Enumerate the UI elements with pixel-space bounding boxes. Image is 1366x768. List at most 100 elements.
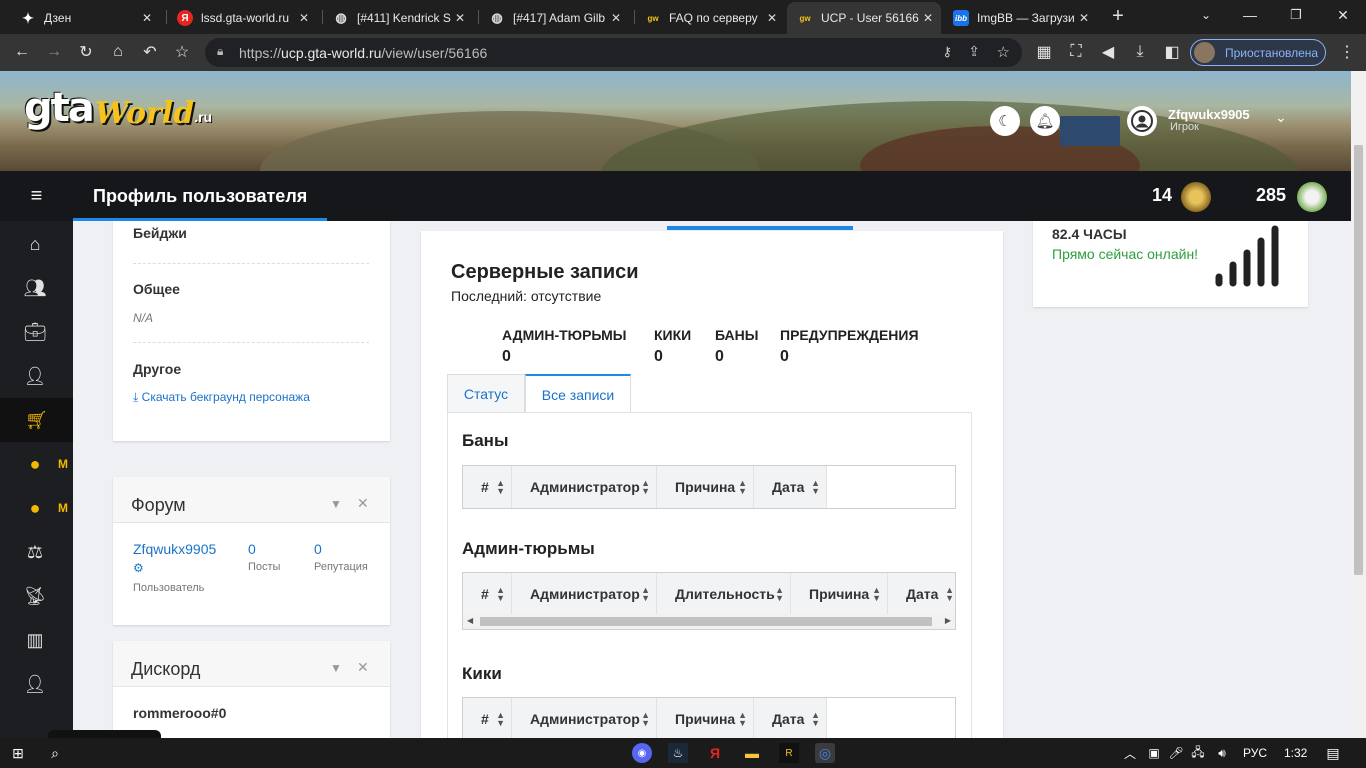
- share-icon[interactable]: ⇪: [968, 43, 980, 60]
- restore-icon[interactable]: ❐: [1286, 5, 1306, 25]
- key-icon[interactable]: ⚷: [942, 44, 952, 60]
- column-header[interactable]: Администратор ▲ ▼: [512, 573, 657, 615]
- download-background-link[interactable]: ⤓ Скачать бекграунд персонажа: [133, 390, 310, 405]
- tab-all-records[interactable]: Все записи: [525, 374, 631, 413]
- bookmark-star-icon[interactable]: ☆: [172, 42, 192, 62]
- forum-username-link[interactable]: Zfqwukx9905: [133, 541, 216, 557]
- reload-icon[interactable]: ↻: [76, 42, 96, 62]
- menu-dots-icon[interactable]: ⋮: [1337, 42, 1357, 62]
- coins-icon[interactable]: ●: [22, 495, 48, 521]
- column-header[interactable]: # ▲ ▼: [463, 573, 512, 615]
- extensions-grid-icon[interactable]: ▦: [1034, 42, 1054, 62]
- tray-chevron-icon[interactable]: ︿: [1120, 743, 1140, 763]
- tab-status[interactable]: Статус: [447, 374, 525, 413]
- scales-icon[interactable]: ⚖: [22, 539, 48, 565]
- new-tab-icon[interactable]: +: [1108, 5, 1128, 27]
- browser-tab[interactable]: ◍ [#411] Kendrick S ✕: [323, 2, 473, 34]
- close-icon[interactable]: ✕: [357, 659, 369, 676]
- column-header[interactable]: Причина ▲ ▼: [657, 466, 754, 508]
- browser-tab[interactable]: gw FAQ по серверу ✕: [635, 2, 785, 34]
- chevron-down-icon[interactable]: ⌄: [1275, 109, 1287, 126]
- building-icon[interactable]: ▥: [22, 627, 48, 653]
- chrome-icon[interactable]: ◎: [815, 743, 835, 763]
- steam-icon[interactable]: ♨: [668, 743, 688, 763]
- microphone-icon[interactable]: 🎤︎: [1166, 743, 1186, 763]
- browser-tab[interactable]: ◍ [#417] Adam Gilb ✕: [479, 2, 629, 34]
- column-header[interactable]: Дата ▲ ▼: [754, 698, 827, 738]
- forward-icon[interactable]: →: [44, 42, 64, 62]
- mascot-icon[interactable]: [1297, 182, 1327, 212]
- camera-icon[interactable]: ▣: [1144, 743, 1164, 763]
- close-icon[interactable]: ✕: [1079, 11, 1089, 25]
- minimize-icon[interactable]: —: [1240, 5, 1260, 25]
- column-header[interactable]: # ▲ ▼: [463, 466, 512, 508]
- table-horizontal-scrollbar[interactable]: ◀ ▶: [462, 614, 956, 630]
- close-icon[interactable]: ✕: [142, 11, 152, 25]
- tray-language[interactable]: РУС: [1243, 746, 1267, 760]
- search-icon[interactable]: ⌕: [45, 743, 65, 763]
- column-header[interactable]: Длительность ▲ ▼: [657, 573, 791, 615]
- close-icon[interactable]: ✕: [299, 11, 309, 25]
- gear-icon[interactable]: ⚙: [133, 561, 144, 575]
- close-icon[interactable]: ✕: [455, 11, 465, 25]
- file-explorer-icon[interactable]: ▬: [742, 743, 762, 763]
- volume-icon[interactable]: 🔊︎: [1212, 743, 1232, 763]
- close-icon[interactable]: ✕: [767, 11, 777, 25]
- window-close-icon[interactable]: ✕: [1333, 5, 1353, 25]
- sidebar-toggle-icon[interactable]: ◧: [1162, 42, 1182, 62]
- antenna-icon[interactable]: 📡︎: [22, 583, 48, 609]
- star-icon[interactable]: ☆: [997, 43, 1010, 61]
- close-icon[interactable]: ✕: [611, 11, 621, 25]
- users-icon[interactable]: 👥︎: [22, 275, 48, 301]
- user-icon[interactable]: 👤︎: [22, 363, 48, 389]
- user-name[interactable]: Zfqwukx9905: [1168, 107, 1250, 122]
- collapse-icon[interactable]: ▼: [330, 497, 342, 511]
- network-icon[interactable]: 🖧︎: [1188, 743, 1208, 763]
- notifications-icon[interactable]: ▤: [1323, 743, 1343, 763]
- notification-bell-icon[interactable]: 🔔︎: [1030, 106, 1060, 136]
- browser-tab[interactable]: ✦ Дзен ✕: [10, 2, 160, 34]
- download-icon[interactable]: ⤓: [1130, 42, 1150, 62]
- column-header[interactable]: Причина ▲ ▼: [657, 698, 754, 738]
- yandex-browser-icon[interactable]: Я: [705, 743, 725, 763]
- coins-icon[interactable]: ●: [22, 451, 48, 477]
- close-icon[interactable]: ✕: [357, 495, 369, 512]
- sound-icon[interactable]: ◀: [1098, 42, 1118, 62]
- shop-cart-icon[interactable]: 🛒︎: [0, 398, 73, 442]
- user-avatar-icon[interactable]: [1127, 106, 1157, 136]
- home-icon[interactable]: ⌂: [108, 42, 128, 62]
- forum-posts-value[interactable]: 0: [248, 541, 256, 557]
- undo-icon[interactable]: ↶: [140, 42, 160, 62]
- tray-clock[interactable]: 1:32: [1284, 746, 1307, 760]
- collapse-icon[interactable]: ▼: [330, 661, 342, 675]
- screenshot-icon[interactable]: ⛶: [1066, 42, 1086, 62]
- forum-rep-value[interactable]: 0: [314, 541, 322, 557]
- column-header[interactable]: Администратор ▲ ▼: [512, 698, 657, 738]
- browser-tab-active[interactable]: gw UCP - User 56166 ✕: [787, 2, 941, 34]
- column-header[interactable]: Причина ▲ ▼: [791, 573, 888, 615]
- column-header[interactable]: Администратор ▲ ▼: [512, 466, 657, 508]
- back-icon[interactable]: ←: [12, 42, 32, 62]
- address-bar[interactable]: 🔒︎ https://ucp.gta-world.ru/view/user/56…: [205, 38, 1022, 67]
- site-logo[interactable]: gta World .ru: [24, 85, 212, 131]
- page-scrollbar[interactable]: [1351, 71, 1366, 738]
- dark-mode-icon[interactable]: ☾: [990, 106, 1020, 136]
- page-scroll-thumb[interactable]: [1354, 145, 1363, 575]
- hamburger-menu-icon[interactable]: ≡: [0, 171, 73, 221]
- close-icon[interactable]: ✕: [923, 11, 933, 25]
- browser-tab[interactable]: Я lssd.gta-world.ru ✕: [167, 2, 317, 34]
- medal-icon[interactable]: [1181, 182, 1211, 212]
- game-launcher-icon[interactable]: R: [779, 743, 799, 763]
- column-header[interactable]: Дата ▲ ▼: [888, 573, 955, 615]
- home-icon[interactable]: ⌂: [22, 231, 48, 257]
- column-header[interactable]: # ▲ ▼: [463, 698, 512, 738]
- scroll-thumb[interactable]: [480, 617, 932, 626]
- profile-status-button[interactable]: Приостановлена: [1190, 39, 1326, 66]
- discord-icon[interactable]: ◉: [632, 743, 652, 763]
- tab-search-icon[interactable]: ⌄: [1196, 5, 1216, 25]
- briefcase-icon[interactable]: 💼︎: [22, 319, 48, 345]
- windows-start-icon[interactable]: ⊞: [8, 743, 28, 763]
- admin-user-icon[interactable]: 👤︎: [22, 671, 48, 697]
- browser-tab[interactable]: ibb ImgBB — Загрузи ✕: [943, 2, 1097, 34]
- column-header[interactable]: Дата ▲ ▼: [754, 466, 827, 508]
